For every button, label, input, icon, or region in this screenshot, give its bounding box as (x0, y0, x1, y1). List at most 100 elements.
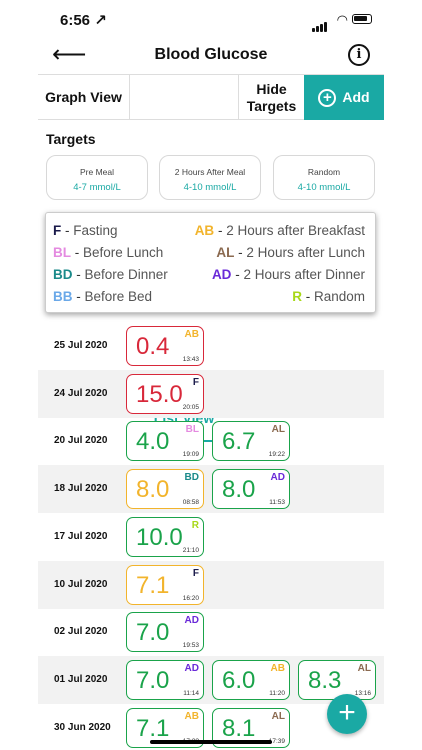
reading-code: F (192, 376, 199, 388)
tab-graph-view[interactable]: Graph View (38, 75, 130, 120)
legend-description: Before Lunch (83, 245, 164, 260)
reading-chip[interactable]: 6.0 AB 11:20 (212, 659, 290, 700)
legend-item: F - Fasting (53, 223, 118, 238)
reading-date: 24 Jul 2020 (54, 387, 108, 399)
reading-chip[interactable]: 0.4 AB 13:43 (126, 326, 204, 366)
home-indicator (150, 740, 272, 744)
reading-chip[interactable]: 7.1 F 16:20 (126, 564, 204, 605)
reading-row: 25 Jul 2020 0.4 AB 13:43 (38, 322, 384, 370)
legend-separator: - (301, 289, 314, 304)
reading-chip[interactable]: 6.7 AL 19:22 (212, 421, 290, 462)
reading-row: 10 Jul 2020 7.1 F 16:20 (38, 560, 384, 609)
legend-description: Random (313, 289, 365, 304)
reading-chip[interactable]: 4.0 BL 19:09 (126, 421, 204, 462)
legend-separator: - (71, 245, 83, 260)
target-label: 2 Hours After Meal (174, 167, 246, 177)
target-label: Random (307, 167, 341, 177)
reading-code: R (191, 519, 199, 531)
target-value: 4-7 mmol/L (73, 182, 121, 193)
reading-chip[interactable]: 8.3 AL 13:16 (298, 659, 376, 700)
target-card[interactable]: Random 4-10 mmol/L (273, 155, 375, 200)
battery-icon (352, 14, 372, 24)
legend-description: Fasting (73, 223, 118, 238)
status-bar: 6:56 ↗ ◠ (38, 0, 384, 40)
reading-time: 11:14 (183, 689, 199, 697)
reading-value: 7.1 (136, 571, 170, 599)
reading-chip[interactable]: 15.0 F 20:05 (126, 373, 204, 414)
legend-description: Before Dinner (84, 267, 168, 282)
reading-row: 24 Jul 2020 15.0 F 20:05 (38, 369, 384, 418)
reading-date: 20 Jul 2020 (54, 435, 108, 447)
legend-code: BD (53, 267, 73, 282)
reading-value: 7.0 (136, 619, 170, 647)
legend-code: AL (216, 245, 235, 260)
legend-item: AD - 2 Hours after Dinner (212, 267, 365, 282)
legend-code: BL (53, 245, 71, 260)
reading-time: 11:20 (269, 689, 285, 697)
reading-chip[interactable]: 7.0 AD 11:14 (126, 659, 204, 700)
reading-time: 13:43 (182, 356, 199, 363)
target-value: 4-10 mmol/L (183, 182, 237, 193)
reading-time: 21:10 (182, 546, 199, 554)
reading-time: 08:58 (182, 499, 199, 507)
reading-chip[interactable]: 8.0 AD 11:53 (212, 469, 290, 510)
status-time: 6:56 ↗ (60, 12, 107, 29)
legend-separator: - (72, 267, 85, 282)
legend-item: AL - 2 Hours after Lunch (216, 245, 365, 260)
reading-row: 18 Jul 2020 8.0 BD 08:58 8.0 AD 11:53 (38, 465, 384, 514)
hide-targets-button[interactable]: Hide Targets (238, 75, 304, 120)
reading-value: 0.4 (136, 333, 170, 360)
legend-separator: - (61, 223, 74, 238)
reading-date: 02 Jul 2020 (54, 626, 108, 638)
target-card[interactable]: 2 Hours After Meal 4-10 mmol/L (159, 155, 261, 200)
reading-date: 10 Jul 2020 (54, 578, 108, 590)
legend-code: F (53, 223, 62, 238)
wifi-icon: ◠ (336, 12, 348, 27)
reading-value: 6.0 (222, 666, 256, 694)
legend-description: Before Bed (84, 289, 153, 304)
reading-value: 7.0 (136, 666, 170, 694)
reading-time: 19:53 (182, 642, 199, 650)
reading-code: BL (185, 424, 199, 436)
reading-value: 8.0 (222, 476, 256, 504)
reading-chip[interactable]: 7.0 AD 19:53 (126, 612, 204, 653)
reading-date: 17 Jul 2020 (54, 530, 108, 542)
reading-value: 10.0 (136, 523, 183, 551)
reading-time: 11:53 (269, 499, 285, 507)
legend-panel: F - Fasting AB - 2 Hours after Breakfast B… (45, 212, 376, 313)
info-icon[interactable]: i (348, 44, 370, 66)
reading-code: AL (271, 710, 285, 722)
reading-code: F (192, 567, 199, 579)
nav-header: ⟵ Blood Glucose i (38, 40, 384, 72)
reading-chip[interactable]: 10.0 R 21:10 (126, 516, 204, 557)
reading-row: 01 Jul 2020 7.0 AD 11:14 6.0 AB 11:20 8.3 AL 13:1… (38, 655, 384, 704)
targets-heading: Targets (46, 131, 96, 147)
add-button[interactable]: + Add (304, 75, 384, 120)
view-tabs: Graph View List View Hide Targets + Add (38, 74, 384, 442)
legend-separator: - (234, 245, 247, 260)
legend-code: R (292, 289, 302, 304)
floating-add-button[interactable]: + (327, 694, 367, 734)
reading-date: 30 Jun 2020 (54, 721, 111, 733)
app-screen: 6:56 ↗ ◠ ⟵ Blood Glucose i Graph View Li… (38, 0, 384, 750)
reading-value: 6.7 (222, 428, 256, 456)
reading-chip[interactable]: 8.0 BD 08:58 (126, 469, 204, 510)
legend-item: BL - Before Lunch (53, 245, 163, 260)
legend-separator: - (214, 223, 227, 238)
reading-code: AL (271, 424, 285, 436)
reading-value: 8.3 (308, 666, 342, 694)
reading-time: 16:20 (182, 594, 199, 602)
reading-time: 20:05 (182, 403, 199, 411)
legend-description: 2 Hours after Lunch (246, 245, 365, 260)
page-title: Blood Glucose (154, 46, 268, 63)
reading-value: 8.0 (136, 476, 170, 504)
legend-code: AB (194, 223, 215, 238)
legend-item: AB - 2 Hours after Breakfast (195, 223, 365, 238)
legend-description: 2 Hours after Breakfast (226, 223, 365, 238)
reading-value: 7.1 (136, 714, 170, 742)
add-button-label: Add (342, 89, 370, 105)
signal-icon (312, 14, 328, 32)
reading-value: 15.0 (136, 380, 183, 408)
reading-row: 17 Jul 2020 10.0 R 21:10 (38, 513, 384, 561)
target-card[interactable]: Pre Meal 4-7 mmol/L (46, 155, 148, 200)
